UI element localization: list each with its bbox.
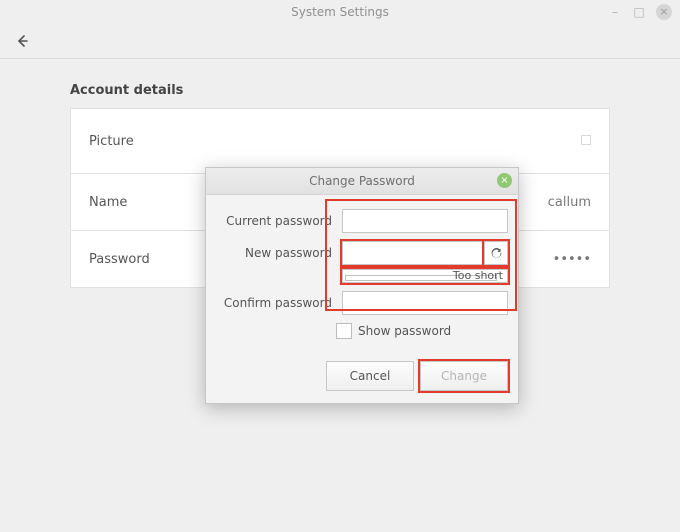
dialog-title: Change Password (309, 174, 415, 188)
confirm-password-label: Confirm password (216, 296, 342, 310)
change-password-dialog: Change Password × Current password New p… (205, 167, 519, 404)
dialog-titlebar: Change Password × (206, 168, 518, 195)
avatar[interactable] (581, 135, 591, 145)
window-title: System Settings (291, 5, 389, 19)
new-password-label: New password (216, 246, 342, 260)
current-password-label: Current password (216, 214, 342, 228)
generate-password-button[interactable] (484, 241, 508, 265)
picture-cell[interactable] (367, 109, 610, 174)
current-password-input[interactable] (342, 209, 508, 233)
change-button[interactable]: Change (420, 361, 508, 391)
new-password-field (342, 241, 508, 265)
section-heading: Account details (70, 83, 610, 98)
new-password-input[interactable] (342, 241, 484, 265)
picture-label: Picture (71, 109, 367, 174)
minimize-icon[interactable]: – (608, 5, 622, 19)
cancel-button[interactable]: Cancel (326, 361, 414, 391)
password-strength-meter: Too short (342, 269, 508, 283)
show-password-label: Show password (358, 324, 451, 338)
back-button[interactable] (10, 29, 34, 53)
table-row: Picture (71, 109, 610, 174)
show-password-checkbox[interactable] (336, 323, 352, 339)
dialog-close-icon[interactable]: × (497, 173, 512, 188)
toolbar (0, 24, 680, 59)
close-icon[interactable]: × (656, 4, 672, 20)
confirm-password-input[interactable] (342, 291, 508, 315)
password-strength-label: Too short (453, 269, 503, 282)
window-titlebar: System Settings – □ × (0, 0, 680, 24)
refresh-icon (490, 247, 503, 260)
maximize-icon[interactable]: □ (632, 5, 646, 19)
